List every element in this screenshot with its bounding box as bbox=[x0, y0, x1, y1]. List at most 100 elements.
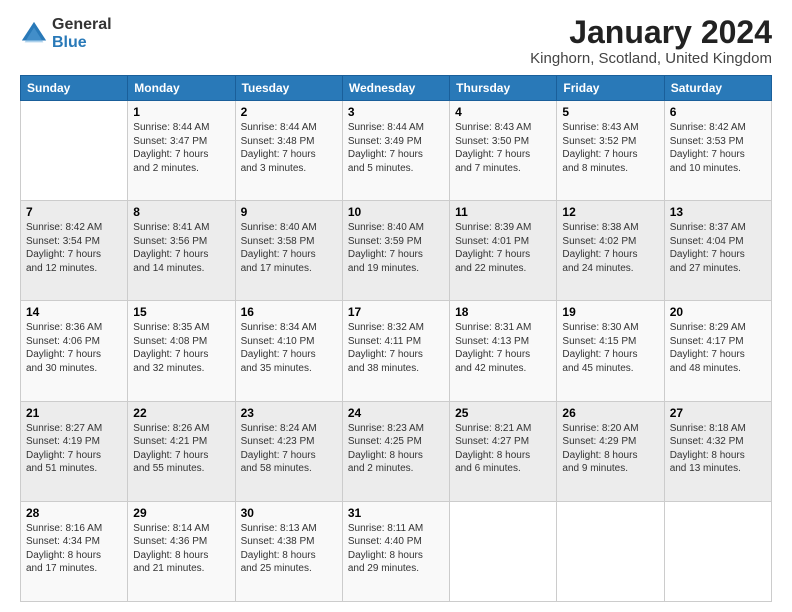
day-number: 13 bbox=[670, 205, 766, 219]
day-info: Sunrise: 8:38 AM Sunset: 4:02 PM Dayligh… bbox=[562, 221, 658, 275]
calendar-cell bbox=[557, 501, 664, 601]
calendar-cell: 10 Sunrise: 8:40 AM Sunset: 3:59 PM Dayli… bbox=[342, 201, 449, 301]
week-row-3: 14Sunrise: 8:36 AM Sunset: 4:06 PM Dayli… bbox=[21, 301, 772, 401]
days-header-row: SundayMondayTuesdayWednesdayThursdayFrid… bbox=[21, 76, 772, 101]
calendar-cell: 19 Sunrise: 8:30 AM Sunset: 4:15 PM Dayli… bbox=[557, 301, 664, 401]
day-number: 29 bbox=[133, 506, 229, 520]
calendar-cell: 4 Sunrise: 8:43 AM Sunset: 3:50 PM Daylig… bbox=[450, 101, 557, 201]
day-info: Sunrise: 8:37 AM Sunset: 4:04 PM Dayligh… bbox=[670, 221, 766, 275]
day-info: Sunrise: 8:32 AM Sunset: 4:11 PM Dayligh… bbox=[348, 321, 444, 375]
day-number: 22 bbox=[133, 406, 229, 420]
day-number: 2 bbox=[241, 105, 337, 119]
day-info: Sunrise: 8:40 AM Sunset: 3:58 PM Dayligh… bbox=[241, 221, 337, 275]
calendar-cell: 11 Sunrise: 8:39 AM Sunset: 4:01 PM Dayli… bbox=[450, 201, 557, 301]
week-row-5: 28 Sunrise: 8:16 AM Sunset: 4:34 PM Dayli… bbox=[21, 501, 772, 601]
calendar-cell: 28 Sunrise: 8:16 AM Sunset: 4:34 PM Dayli… bbox=[21, 501, 128, 601]
logo-blue: Blue bbox=[52, 34, 112, 52]
day-header-wednesday: Wednesday bbox=[342, 76, 449, 101]
day-number: 5 bbox=[562, 105, 658, 119]
day-number: 12 bbox=[562, 205, 658, 219]
day-number: 1 bbox=[133, 105, 229, 119]
week-row-4: 21 Sunrise: 8:27 AM Sunset: 4:19 PM Dayli… bbox=[21, 401, 772, 501]
day-number: 28 bbox=[26, 506, 122, 520]
day-number: 11 bbox=[455, 205, 551, 219]
day-info: Sunrise: 8:18 AM Sunset: 4:32 PM Dayligh… bbox=[670, 422, 766, 476]
day-number: 7 bbox=[26, 205, 122, 219]
day-info: Sunrise: 8:11 AM Sunset: 4:40 PM Dayligh… bbox=[348, 522, 444, 576]
day-number: 14 bbox=[26, 305, 122, 319]
day-info: Sunrise: 8:24 AM Sunset: 4:23 PM Dayligh… bbox=[241, 422, 337, 476]
day-info: Sunrise: 8:29 AM Sunset: 4:17 PM Dayligh… bbox=[670, 321, 766, 375]
day-info: Sunrise: 8:23 AM Sunset: 4:25 PM Dayligh… bbox=[348, 422, 444, 476]
day-number: 15 bbox=[133, 305, 229, 319]
day-number: 27 bbox=[670, 406, 766, 420]
week-row-1: 1 Sunrise: 8:44 AM Sunset: 3:47 PM Daylig… bbox=[21, 101, 772, 201]
calendar-cell: 31 Sunrise: 8:11 AM Sunset: 4:40 PM Dayli… bbox=[342, 501, 449, 601]
header: General Blue January 2024 Kinghorn, Scot… bbox=[20, 16, 772, 67]
calendar-cell: 30 Sunrise: 8:13 AM Sunset: 4:38 PM Dayli… bbox=[235, 501, 342, 601]
day-info: Sunrise: 8:40 AM Sunset: 3:59 PM Dayligh… bbox=[348, 221, 444, 275]
day-info: Sunrise: 8:16 AM Sunset: 4:34 PM Dayligh… bbox=[26, 522, 122, 576]
day-number: 19 bbox=[562, 305, 658, 319]
calendar-cell: 24 Sunrise: 8:23 AM Sunset: 4:25 PM Dayli… bbox=[342, 401, 449, 501]
calendar-cell bbox=[664, 501, 771, 601]
day-number: 10 bbox=[348, 205, 444, 219]
day-number: 24 bbox=[348, 406, 444, 420]
day-number: 23 bbox=[241, 406, 337, 420]
day-info: Sunrise: 8:43 AM Sunset: 3:50 PM Dayligh… bbox=[455, 121, 551, 175]
day-number: 16 bbox=[241, 305, 337, 319]
calendar-cell: 2Sunrise: 8:44 AM Sunset: 3:48 PM Daylig… bbox=[235, 101, 342, 201]
day-number: 3 bbox=[348, 105, 444, 119]
calendar: SundayMondayTuesdayWednesdayThursdayFrid… bbox=[20, 75, 772, 602]
day-info: Sunrise: 8:26 AM Sunset: 4:21 PM Dayligh… bbox=[133, 422, 229, 476]
calendar-cell: 15 Sunrise: 8:35 AM Sunset: 4:08 PM Dayli… bbox=[128, 301, 235, 401]
day-info: Sunrise: 8:27 AM Sunset: 4:19 PM Dayligh… bbox=[26, 422, 122, 476]
calendar-cell bbox=[450, 501, 557, 601]
calendar-cell: 27 Sunrise: 8:18 AM Sunset: 4:32 PM Dayli… bbox=[664, 401, 771, 501]
day-info: Sunrise: 8:14 AM Sunset: 4:36 PM Dayligh… bbox=[133, 522, 229, 576]
day-info: Sunrise: 8:31 AM Sunset: 4:13 PM Dayligh… bbox=[455, 321, 551, 375]
day-header-thursday: Thursday bbox=[450, 76, 557, 101]
day-info: Sunrise: 8:30 AM Sunset: 4:15 PM Dayligh… bbox=[562, 321, 658, 375]
day-number: 21 bbox=[26, 406, 122, 420]
day-number: 18 bbox=[455, 305, 551, 319]
calendar-cell: 13 Sunrise: 8:37 AM Sunset: 4:04 PM Dayli… bbox=[664, 201, 771, 301]
calendar-cell: 16Sunrise: 8:34 AM Sunset: 4:10 PM Dayli… bbox=[235, 301, 342, 401]
logo-text: General Blue bbox=[52, 16, 112, 51]
day-number: 4 bbox=[455, 105, 551, 119]
day-header-monday: Monday bbox=[128, 76, 235, 101]
calendar-cell: 5 Sunrise: 8:43 AM Sunset: 3:52 PM Daylig… bbox=[557, 101, 664, 201]
day-info: Sunrise: 8:42 AM Sunset: 3:54 PM Dayligh… bbox=[26, 221, 122, 275]
calendar-cell: 6Sunrise: 8:42 AM Sunset: 3:53 PM Daylig… bbox=[664, 101, 771, 201]
calendar-cell: 20 Sunrise: 8:29 AM Sunset: 4:17 PM Dayli… bbox=[664, 301, 771, 401]
calendar-cell: 1 Sunrise: 8:44 AM Sunset: 3:47 PM Daylig… bbox=[128, 101, 235, 201]
week-row-2: 7 Sunrise: 8:42 AM Sunset: 3:54 PM Daylig… bbox=[21, 201, 772, 301]
day-header-friday: Friday bbox=[557, 76, 664, 101]
day-number: 30 bbox=[241, 506, 337, 520]
day-info: Sunrise: 8:39 AM Sunset: 4:01 PM Dayligh… bbox=[455, 221, 551, 275]
day-info: Sunrise: 8:13 AM Sunset: 4:38 PM Dayligh… bbox=[241, 522, 337, 576]
day-number: 17 bbox=[348, 305, 444, 319]
calendar-cell: 22 Sunrise: 8:26 AM Sunset: 4:21 PM Dayli… bbox=[128, 401, 235, 501]
day-info: Sunrise: 8:43 AM Sunset: 3:52 PM Dayligh… bbox=[562, 121, 658, 175]
month-title: January 2024 bbox=[530, 16, 772, 48]
day-number: 9 bbox=[241, 205, 337, 219]
calendar-cell: 21 Sunrise: 8:27 AM Sunset: 4:19 PM Dayli… bbox=[21, 401, 128, 501]
day-header-sunday: Sunday bbox=[21, 76, 128, 101]
calendar-cell: 14Sunrise: 8:36 AM Sunset: 4:06 PM Dayli… bbox=[21, 301, 128, 401]
day-number: 31 bbox=[348, 506, 444, 520]
day-info: Sunrise: 8:35 AM Sunset: 4:08 PM Dayligh… bbox=[133, 321, 229, 375]
day-number: 20 bbox=[670, 305, 766, 319]
calendar-header: SundayMondayTuesdayWednesdayThursdayFrid… bbox=[21, 76, 772, 101]
day-number: 25 bbox=[455, 406, 551, 420]
logo-general: General bbox=[52, 16, 112, 34]
day-number: 8 bbox=[133, 205, 229, 219]
day-info: Sunrise: 8:41 AM Sunset: 3:56 PM Dayligh… bbox=[133, 221, 229, 275]
logo-icon bbox=[20, 20, 48, 48]
calendar-cell: 3Sunrise: 8:44 AM Sunset: 3:49 PM Daylig… bbox=[342, 101, 449, 201]
day-info: Sunrise: 8:44 AM Sunset: 3:47 PM Dayligh… bbox=[133, 121, 229, 175]
calendar-cell: 12 Sunrise: 8:38 AM Sunset: 4:02 PM Dayli… bbox=[557, 201, 664, 301]
day-number: 6 bbox=[670, 105, 766, 119]
calendar-cell: 7 Sunrise: 8:42 AM Sunset: 3:54 PM Daylig… bbox=[21, 201, 128, 301]
title-block: January 2024 Kinghorn, Scotland, United … bbox=[530, 16, 772, 67]
